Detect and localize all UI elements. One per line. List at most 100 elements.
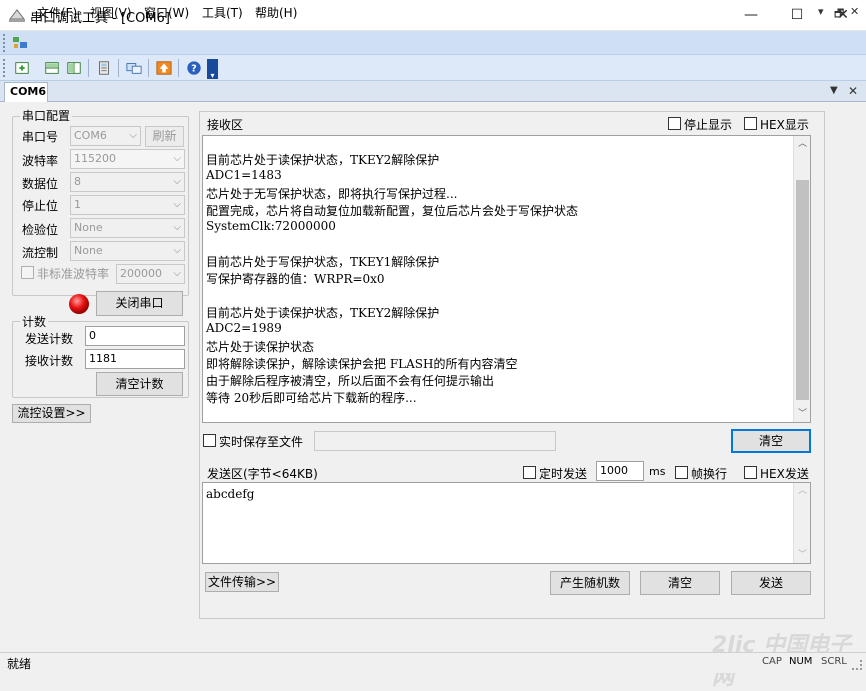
realtime-save-checkbox[interactable] xyxy=(203,434,216,447)
receive-line: 目前芯片处于读保护状态，TKEY2解除保护 xyxy=(206,306,440,320)
interval-unit: ms xyxy=(649,465,666,478)
realtime-save-label: 实时保存至文件 xyxy=(219,435,304,449)
mdi-dropdown-icon[interactable]: ▾ xyxy=(818,5,824,18)
menu-window[interactable]: 窗口(W) xyxy=(144,4,189,21)
document-tab-bar xyxy=(0,81,866,102)
tab-com6[interactable]: COM6 xyxy=(4,82,48,102)
receive-line: ADC1=1483 xyxy=(206,168,282,182)
tab-list-dropdown-icon[interactable]: ▼ xyxy=(830,85,838,96)
send-clear-button[interactable]: 清空 xyxy=(640,571,720,595)
app-icon xyxy=(8,9,26,22)
clear-count-button[interactable]: 清空计数 xyxy=(96,372,183,396)
nonstd-baud-select[interactable]: 200000 ⌵ xyxy=(116,264,185,284)
split-vertical-icon[interactable] xyxy=(64,59,84,77)
right-margin xyxy=(838,102,866,632)
baud-label: 波特率 xyxy=(22,154,59,168)
scroll-up-icon[interactable]: ︿ xyxy=(794,483,811,499)
minimize-button[interactable]: — xyxy=(728,0,774,31)
hex-send-label: HEX发送 xyxy=(760,467,809,481)
menu-bar xyxy=(0,31,866,55)
hex-send-checkbox[interactable] xyxy=(744,466,757,479)
receive-line: 芯片处于读保护状态 xyxy=(206,340,315,354)
recv-count-field[interactable]: 1181 xyxy=(85,349,185,369)
maximize-button[interactable]: ☐ xyxy=(774,0,820,31)
calculator-icon[interactable] xyxy=(94,59,114,77)
status-text: 就绪 xyxy=(7,657,32,671)
flow-value: None xyxy=(74,244,103,257)
send-textarea[interactable]: abcdefg ︿ ﹀ xyxy=(202,482,811,564)
receive-line: 写保护寄存器的值：WRPR=0x0 xyxy=(206,272,385,286)
upload-icon[interactable] xyxy=(154,59,174,77)
hex-display-label: HEX显示 xyxy=(760,118,809,132)
receive-line: SystemClk:72000000 xyxy=(206,219,336,233)
scroll-up-icon[interactable]: ︿ xyxy=(794,136,810,152)
send-button[interactable]: 发送 xyxy=(731,571,811,595)
hex-display-checkbox[interactable] xyxy=(744,117,757,130)
receive-line: 目前芯片处于读保护状态，TKEY2解除保护 xyxy=(206,153,440,167)
receive-line: 由于解除后程序被清空，所以后面不会有任何提示输出 xyxy=(206,374,495,388)
split-horizontal-icon[interactable] xyxy=(42,59,62,77)
cap-indicator: CAP xyxy=(762,656,782,667)
send-content: abcdefg xyxy=(206,487,255,501)
menu-help[interactable]: 帮助(H) xyxy=(255,4,297,21)
newline-label: 帧换行 xyxy=(691,467,728,481)
num-indicator: NUM xyxy=(789,656,813,667)
timed-send-checkbox[interactable] xyxy=(523,466,536,479)
tab-close-icon[interactable]: ✕ xyxy=(848,84,858,98)
parity-select[interactable]: None ⌵ xyxy=(70,218,185,238)
interval-field[interactable]: 1000 xyxy=(596,461,644,481)
flow-select[interactable]: None ⌵ xyxy=(70,241,185,261)
scroll-down-icon[interactable]: ﹀ xyxy=(794,547,811,563)
receive-scroll-thumb[interactable] xyxy=(796,180,809,401)
flow-label: 流控制 xyxy=(22,246,59,260)
serial-config-title: 串口配置 xyxy=(20,107,73,124)
file-transfer-button[interactable]: 文件传输>> xyxy=(205,572,279,592)
send-scrollbar[interactable]: ︿ ﹀ xyxy=(793,483,810,563)
menu-file[interactable]: 文件(F) xyxy=(37,4,77,21)
port-value: COM6 xyxy=(74,129,107,142)
stop-display-checkbox[interactable] xyxy=(668,117,681,130)
receive-line: 目前芯片处于写保护状态，TKEY1解除保护 xyxy=(206,255,440,269)
random-button[interactable]: 产生随机数 xyxy=(550,571,630,595)
refresh-button[interactable]: 刷新 xyxy=(145,126,184,147)
receive-scrollbar[interactable]: ︿ ﹀ xyxy=(793,136,810,422)
databits-label: 数据位 xyxy=(22,177,59,191)
windows-icon[interactable] xyxy=(124,59,144,77)
save-path-field[interactable] xyxy=(314,431,556,451)
toolbar-overflow-icon[interactable]: ▾ xyxy=(207,59,218,80)
flow-settings-button[interactable]: 流控设置>> xyxy=(12,404,91,423)
stopbits-select[interactable]: 1 ⌵ xyxy=(70,195,185,215)
mdi-close-icon[interactable]: ✕ xyxy=(850,5,859,18)
close-port-button[interactable]: 关闭串口 xyxy=(96,291,183,316)
menu-app-icon xyxy=(13,37,27,48)
help-icon[interactable]: ? xyxy=(184,59,204,77)
port-select[interactable]: COM6 ⌵ xyxy=(70,126,141,146)
receive-title: 接收区 xyxy=(207,118,244,132)
receive-textarea[interactable]: 目前芯片处于读保护状态，TKEY2解除保护 ADC1=1483 芯片处于无写保护状态… xyxy=(202,135,811,423)
baud-value: 115200 xyxy=(74,152,116,165)
receive-clear-button[interactable]: 清空 xyxy=(731,429,811,453)
menu-view[interactable]: 视图(V) xyxy=(90,4,132,21)
parity-value: None xyxy=(74,221,103,234)
toolbar-separator xyxy=(178,59,179,77)
baud-select[interactable]: 115200 ⌵ xyxy=(70,149,185,169)
resize-grip-icon[interactable] xyxy=(852,660,862,670)
chevron-down-icon: ⌵ xyxy=(173,245,181,256)
chevron-down-icon: ⌵ xyxy=(173,153,181,164)
timed-send-label: 定时发送 xyxy=(539,467,588,481)
nonstd-baud-label: 非标准波特率 xyxy=(37,267,110,281)
new-connection-icon[interactable] xyxy=(12,59,32,77)
send-count-field[interactable]: 0 xyxy=(85,326,185,346)
stopbits-label: 停止位 xyxy=(22,199,59,213)
chevron-down-icon: ⌵ xyxy=(173,222,181,233)
menu-tools[interactable]: 工具(T) xyxy=(202,4,243,21)
nonstd-baud-value: 200000 xyxy=(120,267,162,280)
nonstd-baud-checkbox[interactable] xyxy=(21,266,34,279)
newline-checkbox[interactable] xyxy=(675,466,688,479)
mdi-restore-icon[interactable]: 🗗 xyxy=(834,5,844,24)
chevron-down-icon: ⌵ xyxy=(129,130,137,141)
chevron-down-icon: ⌵ xyxy=(173,199,181,210)
databits-select[interactable]: 8 ⌵ xyxy=(70,172,185,192)
svg-text:?: ? xyxy=(191,64,197,75)
scroll-down-icon[interactable]: ﹀ xyxy=(794,406,810,422)
